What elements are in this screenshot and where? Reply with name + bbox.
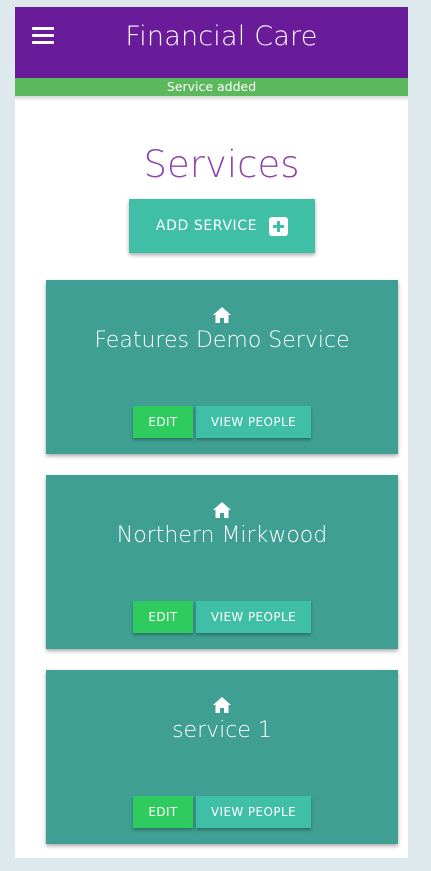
service-card: Features Demo Service EDIT VIEW PEOPLE [46, 280, 398, 454]
app-title: Financial Care [125, 21, 318, 52]
toast-shadow [15, 96, 408, 101]
service-card: service 1 EDIT VIEW PEOPLE [46, 670, 398, 844]
add-service-button[interactable]: ADD SERVICE [129, 199, 315, 253]
home-icon [213, 502, 231, 518]
home-icon [213, 697, 231, 713]
view-people-button[interactable]: VIEW PEOPLE [196, 601, 311, 633]
edit-button[interactable]: EDIT [133, 601, 193, 633]
add-service-label: ADD SERVICE [155, 218, 258, 234]
service-name: Features Demo Service [94, 328, 350, 353]
view-people-button[interactable]: VIEW PEOPLE [196, 796, 311, 828]
view-people-button[interactable]: VIEW PEOPLE [196, 406, 311, 438]
top-app-bar: Financial Care [15, 7, 408, 78]
toast-notification: Service added [15, 78, 408, 96]
edit-button[interactable]: EDIT [133, 406, 193, 438]
edit-button[interactable]: EDIT [133, 796, 193, 828]
service-name: Northern Mirkwood [116, 523, 328, 548]
plus-square-icon [269, 216, 289, 236]
service-card: Northern Mirkwood EDIT VIEW PEOPLE [46, 475, 398, 649]
app-container: Financial Care Service added Services AD… [15, 7, 408, 858]
service-name: service 1 [172, 718, 272, 743]
page-title: Services [143, 143, 300, 186]
home-icon [213, 307, 231, 323]
